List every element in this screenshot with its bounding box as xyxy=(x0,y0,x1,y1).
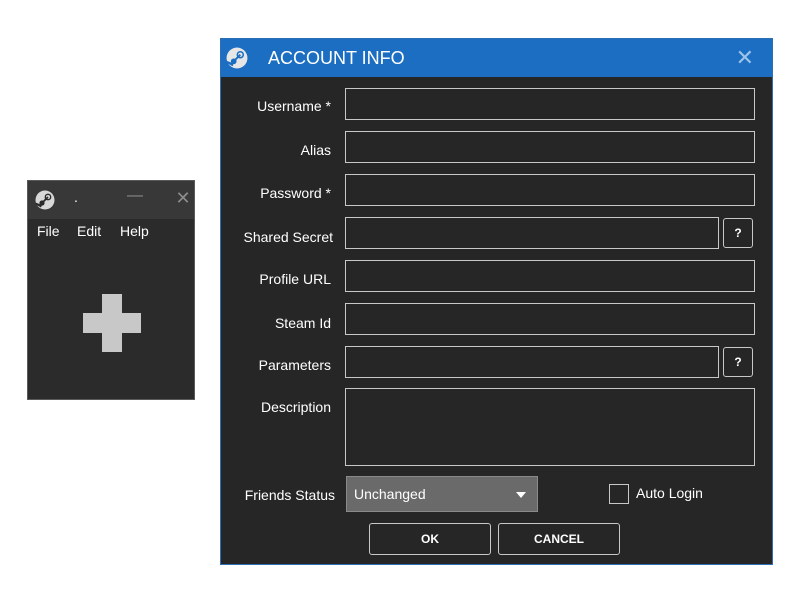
password-field[interactable] xyxy=(345,174,755,206)
profile-url-field[interactable] xyxy=(345,260,755,292)
close-icon[interactable]: ✕ xyxy=(175,188,190,209)
main-window-title: . xyxy=(74,189,78,205)
cancel-button[interactable]: CANCEL xyxy=(498,523,620,555)
auto-login-checkbox[interactable] xyxy=(609,484,629,504)
dialog-title: ACCOUNT INFO xyxy=(268,48,405,68)
menu-help[interactable]: Help xyxy=(120,223,149,239)
auto-login-label[interactable]: Auto Login xyxy=(636,485,703,501)
shared-secret-label: Shared Secret xyxy=(243,229,334,245)
password-label: Password * xyxy=(260,185,331,201)
menu-edit[interactable]: Edit xyxy=(77,223,101,239)
parameters-field[interactable] xyxy=(345,346,719,378)
steam-logo-icon xyxy=(226,47,248,69)
steam-logo-icon xyxy=(35,190,55,210)
add-account-plus-icon[interactable] xyxy=(83,294,141,352)
username-label: Username * xyxy=(257,98,331,114)
friends-status-select[interactable]: Unchanged xyxy=(346,476,538,512)
profile-url-label: Profile URL xyxy=(259,271,331,287)
parameters-help-button[interactable]: ? xyxy=(723,347,753,377)
dialog-titlebar[interactable]: ACCOUNT INFO ✕ xyxy=(221,39,772,77)
close-icon[interactable]: ✕ xyxy=(736,45,754,71)
shared-secret-field[interactable] xyxy=(345,217,719,249)
friends-status-value: Unchanged xyxy=(354,486,426,502)
account-info-dialog: ACCOUNT INFO ✕ Username * Alias Password… xyxy=(220,38,773,565)
steam-id-field[interactable] xyxy=(345,303,755,335)
main-window-titlebar[interactable]: . — ✕ xyxy=(28,181,194,219)
plus-horizontal-bar xyxy=(83,313,141,333)
description-label: Description xyxy=(260,399,331,415)
steam-id-label: Steam Id xyxy=(274,315,331,331)
alias-label: Alias xyxy=(300,142,331,158)
username-field[interactable] xyxy=(345,88,755,120)
menu-bar: File Edit Help xyxy=(28,223,194,243)
parameters-label: Parameters xyxy=(258,357,331,373)
friends-status-label: Friends Status xyxy=(244,487,335,503)
shared-secret-help-button[interactable]: ? xyxy=(723,218,753,248)
alias-field[interactable] xyxy=(345,131,755,163)
menu-file[interactable]: File xyxy=(37,223,60,239)
main-window: . — ✕ File Edit Help xyxy=(27,180,195,400)
ok-button[interactable]: OK xyxy=(369,523,491,555)
minimize-icon[interactable]: — xyxy=(127,187,143,205)
dropdown-arrow-icon xyxy=(516,492,526,498)
description-field[interactable] xyxy=(345,388,755,466)
